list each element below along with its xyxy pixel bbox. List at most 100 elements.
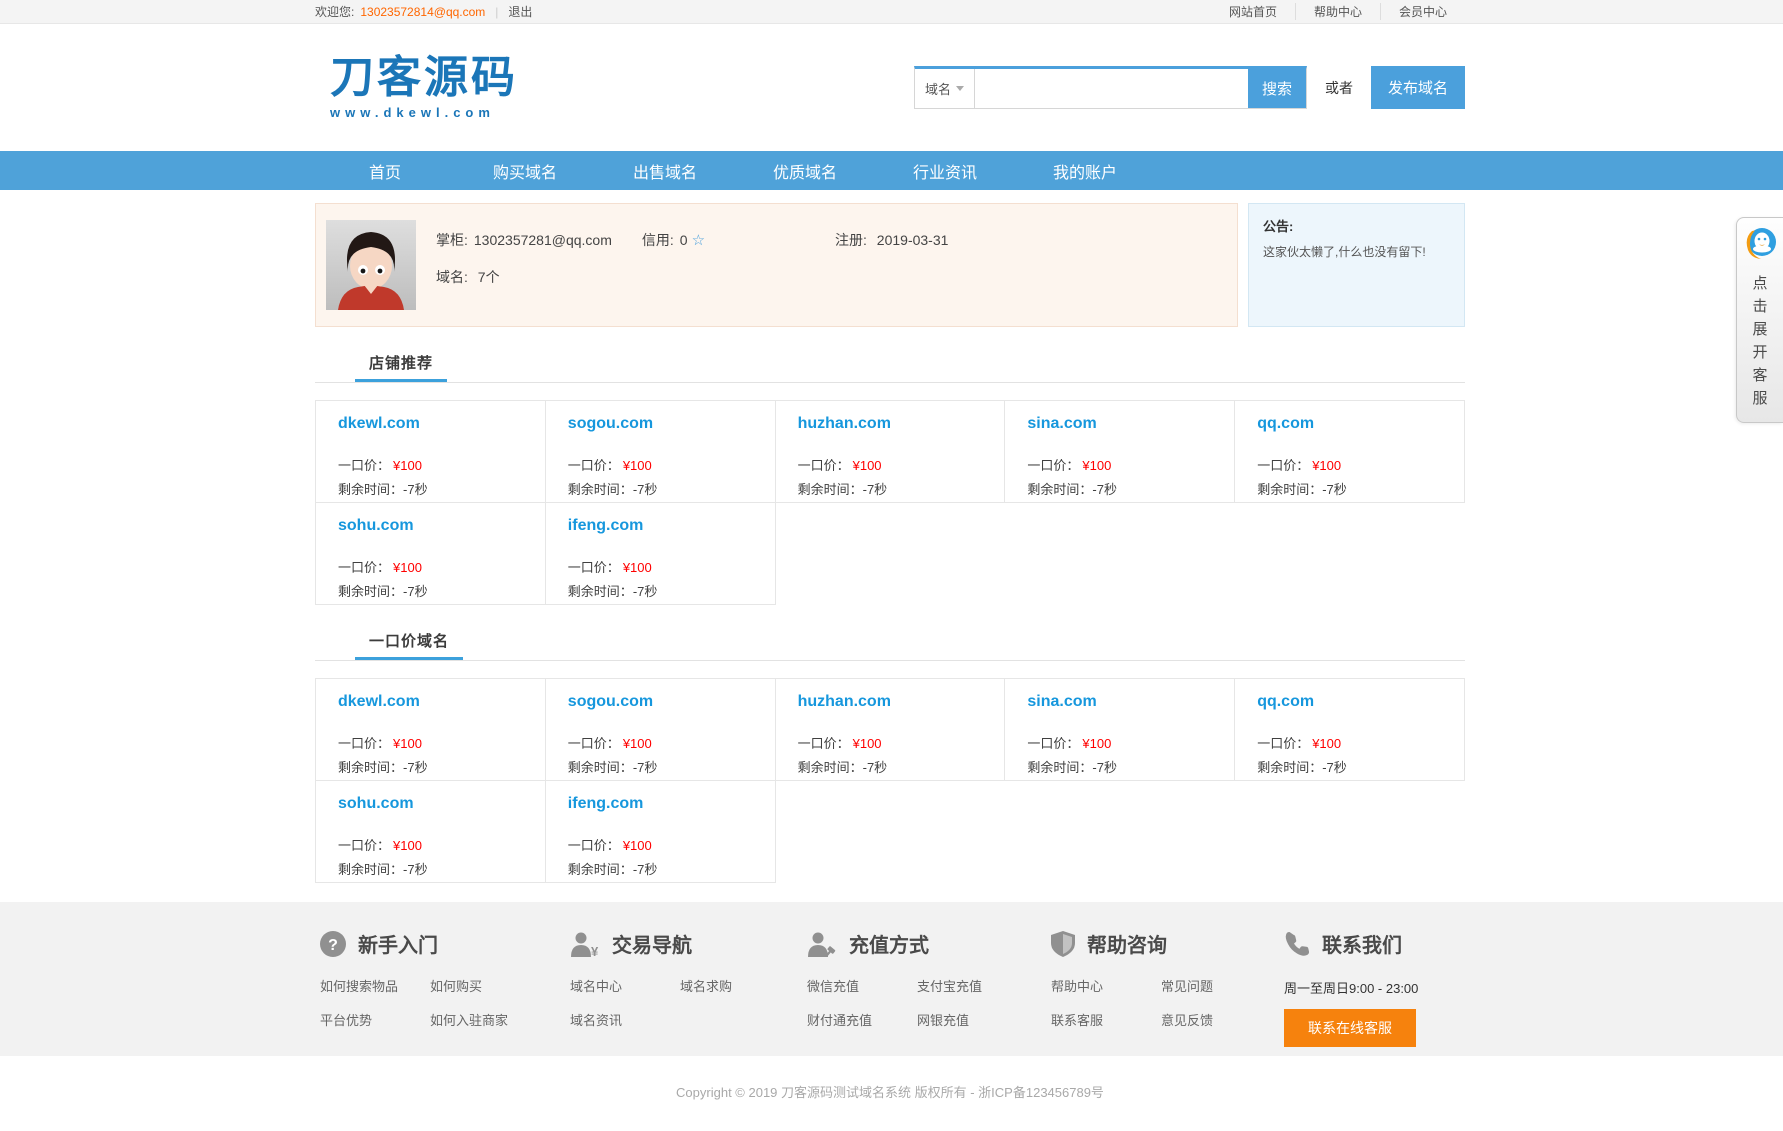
domain-link[interactable]: ifeng.com: [568, 517, 765, 535]
domain-link[interactable]: sohu.com: [338, 795, 535, 813]
price-value: ¥100: [623, 458, 652, 473]
welcome-label: 欢迎您:: [315, 3, 354, 20]
site-logo[interactable]: 刀客源码 www.dkewl.com: [330, 56, 518, 120]
time-line: 剩余时间：-7秒: [798, 757, 995, 776]
footer-col-trade: ¥ 交易导航 域名中心域名求购域名资讯: [565, 929, 802, 1047]
domain-card[interactable]: qq.com 一口价：¥100 剩余时间：-7秒: [1235, 679, 1465, 781]
nav-item[interactable]: 我的账户: [1015, 151, 1155, 190]
svg-text:?: ?: [328, 937, 338, 954]
footer-link[interactable]: 联系客服: [1051, 1010, 1161, 1029]
footer: ? 新手入门 如何搜索物品如何购买平台优势如何入驻商家 ¥ 交易导航 域名中心域…: [0, 902, 1783, 1056]
domain-card[interactable]: ifeng.com 一口价：¥100 剩余时间：-7秒: [546, 503, 776, 605]
contact-service-button[interactable]: 联系在线客服: [1284, 1009, 1416, 1047]
publish-domain-button[interactable]: 发布域名: [1371, 66, 1465, 109]
nav-items: 首页购买域名出售域名优质域名行业资讯我的账户: [315, 151, 1465, 190]
price-line: 一口价：¥100: [798, 455, 995, 474]
domain-link[interactable]: huzhan.com: [798, 693, 995, 711]
domain-link[interactable]: sogou.com: [568, 415, 765, 433]
footer-link[interactable]: 平台优势: [320, 1010, 430, 1029]
domain-card[interactable]: sogou.com 一口价：¥100 剩余时间：-7秒: [546, 679, 776, 781]
shop-recommend-grid: dkewl.com 一口价：¥100 剩余时间：-7秒 sogou.com 一口…: [315, 400, 1465, 605]
domain-link[interactable]: qq.com: [1257, 693, 1454, 711]
footer-link[interactable]: 如何搜索物品: [320, 976, 430, 995]
footer-col-title: 交易导航: [612, 929, 692, 958]
shield-icon: [1051, 931, 1075, 957]
domain-card[interactable]: dkewl.com 一口价：¥100 剩余时间：-7秒: [316, 679, 546, 781]
domain-link[interactable]: qq.com: [1257, 415, 1454, 433]
nav-item[interactable]: 购买域名: [455, 151, 595, 190]
domain-link[interactable]: sohu.com: [338, 517, 535, 535]
domain-card[interactable]: qq.com 一口价：¥100 剩余时间：-7秒: [1235, 401, 1465, 503]
logout-link[interactable]: 退出: [508, 3, 532, 20]
tabbar-shop-recommend: 店铺推荐: [315, 345, 1465, 383]
price-line: 一口价：¥100: [1257, 455, 1454, 474]
nav-item[interactable]: 行业资讯: [875, 151, 1015, 190]
domain-card[interactable]: huzhan.com 一口价：¥100 剩余时间：-7秒: [776, 401, 1006, 503]
domain-card[interactable]: huzhan.com 一口价：¥100 剩余时间：-7秒: [776, 679, 1006, 781]
svg-text:¥: ¥: [591, 944, 599, 957]
price-line: 一口价：¥100: [1027, 733, 1224, 752]
search-input[interactable]: [975, 69, 1248, 108]
time-value: -7秒: [403, 760, 428, 775]
announcement-title: 公告:: [1263, 216, 1450, 235]
footer-link[interactable]: 网银充值: [917, 1010, 1046, 1029]
footer-link[interactable]: 帮助中心: [1051, 976, 1161, 995]
price-value: ¥100: [1082, 458, 1111, 473]
domain-card[interactable]: sina.com 一口价：¥100 剩余时间：-7秒: [1005, 401, 1235, 503]
domain-card[interactable]: ifeng.com 一口价：¥100 剩余时间：-7秒: [546, 781, 776, 883]
phone-icon: [1284, 931, 1310, 957]
announcement-panel: 公告: 这家伙太懒了,什么也没有留下!: [1248, 203, 1465, 327]
domain-link[interactable]: dkewl.com: [338, 693, 535, 711]
time-value: -7秒: [633, 760, 658, 775]
search-category-value: 域名: [925, 79, 951, 98]
domain-card[interactable]: sogou.com 一口价：¥100 剩余时间：-7秒: [546, 401, 776, 503]
main-content: 掌柜: 1302357281@qq.com 信用: 0 ☆ 注册: 2019-0…: [315, 203, 1465, 883]
domain-card[interactable]: sina.com 一口价：¥100 剩余时间：-7秒: [1005, 679, 1235, 781]
domain-link[interactable]: sogou.com: [568, 693, 765, 711]
domain-card[interactable]: sohu.com 一口价：¥100 剩余时间：-7秒: [316, 781, 546, 883]
domain-link[interactable]: sina.com: [1027, 693, 1224, 711]
customer-service-widget[interactable]: 点击展开客服: [1736, 217, 1783, 423]
topbar-link[interactable]: 会员中心: [1380, 3, 1465, 20]
time-value: -7秒: [633, 482, 658, 497]
footer-link[interactable]: 财付通充值: [807, 1010, 917, 1029]
nav-item[interactable]: 首页: [315, 151, 455, 190]
price-line: 一口价：¥100: [1257, 733, 1454, 752]
domain-link[interactable]: sina.com: [1027, 415, 1224, 433]
domain-link[interactable]: dkewl.com: [338, 415, 535, 433]
footer-link[interactable]: 如何购买: [430, 976, 565, 995]
search-button[interactable]: 搜索: [1248, 69, 1306, 108]
time-line: 剩余时间：-7秒: [568, 859, 765, 878]
topbar: 欢迎您: 13023572814@qq.com | 退出 网站首页帮助中心会员中…: [0, 0, 1783, 24]
topbar-link[interactable]: 帮助中心: [1295, 3, 1380, 20]
footer-link[interactable]: 意见反馈: [1161, 1010, 1279, 1029]
search-category-select[interactable]: 域名: [915, 69, 975, 108]
domain-card[interactable]: dkewl.com 一口价：¥100 剩余时间：-7秒: [316, 401, 546, 503]
price-label: 一口价：: [1027, 458, 1079, 473]
domain-link[interactable]: huzhan.com: [798, 415, 995, 433]
domain-card[interactable]: sohu.com 一口价：¥100 剩余时间：-7秒: [316, 503, 546, 605]
service-hours: 周一至周日9:00 - 23:00: [1284, 978, 1465, 997]
time-line: 剩余时间：-7秒: [568, 581, 765, 600]
recharge-person-icon: [807, 931, 837, 957]
footer-link[interactable]: 微信充值: [807, 976, 917, 995]
user-email-link[interactable]: 13023572814@qq.com: [360, 5, 485, 19]
domain-link[interactable]: ifeng.com: [568, 795, 765, 813]
credit-label: 信用:: [642, 230, 674, 250]
copyright: Copyright © 2019 刀客源码测试域名系统 版权所有 - 浙ICP备…: [315, 1056, 1465, 1131]
tab-shop-recommend[interactable]: 店铺推荐: [355, 345, 447, 382]
time-line: 剩余时间：-7秒: [798, 479, 995, 498]
price-label: 一口价：: [568, 736, 620, 751]
price-value: ¥100: [393, 736, 422, 751]
trade-person-icon: ¥: [570, 931, 600, 957]
footer-link[interactable]: 常见问题: [1161, 976, 1279, 995]
footer-link[interactable]: 域名中心: [570, 976, 680, 995]
tab-fixed-price[interactable]: 一口价域名: [355, 623, 463, 660]
footer-link[interactable]: 支付宝充值: [917, 976, 1046, 995]
nav-item[interactable]: 优质域名: [735, 151, 875, 190]
footer-link[interactable]: 域名求购: [680, 976, 802, 995]
footer-link[interactable]: 域名资讯: [570, 1010, 680, 1029]
footer-link[interactable]: 如何入驻商家: [430, 1010, 565, 1029]
nav-item[interactable]: 出售域名: [595, 151, 735, 190]
topbar-link[interactable]: 网站首页: [1211, 3, 1295, 20]
